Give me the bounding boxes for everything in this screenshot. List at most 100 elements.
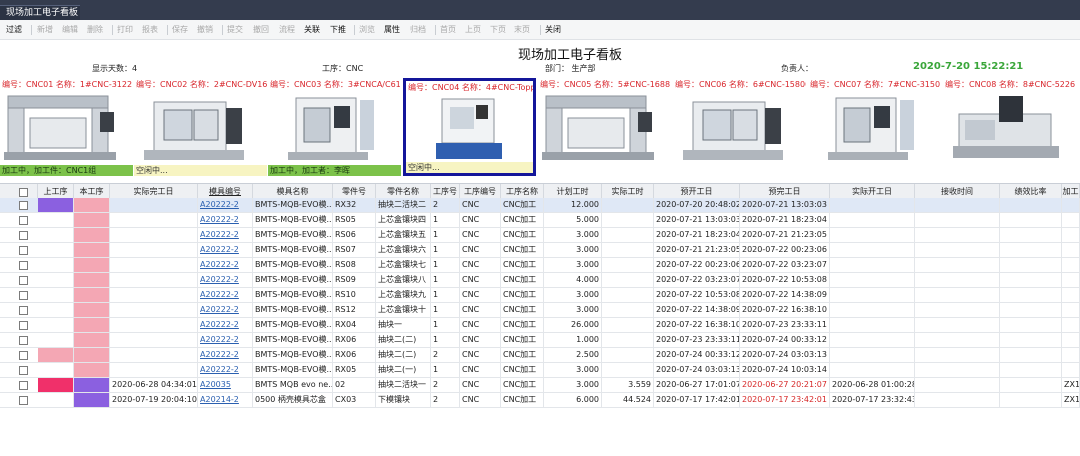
column-header[interactable]: 模具编号 [198,184,253,199]
toolbar-button-11[interactable]: 关联 [304,20,320,39]
row-checkbox[interactable] [19,276,28,285]
table-row[interactable]: A20222-2 BMTS-MQB-EVO模... RS09 上芯盒镶块八 1 CNC CN… [0,273,1080,288]
cell-act-start [830,213,915,227]
machine-card[interactable]: 编号：CNC02 名称：2#CNC-DV168 空闲中... [134,78,267,176]
table-row[interactable]: A20222-2 BMTS-MQB-EVO模... RX05 抽块二(一) 1 CNC CN… [0,363,1080,378]
toolbar-button-19: 末页 [514,25,530,34]
table-row[interactable]: A20222-2 BMTS-MQB-EVO模... RS05 上芯盒镶块四 1 CNC CN… [0,213,1080,228]
row-checkbox[interactable] [19,291,28,300]
table-row[interactable]: A20222-2 BMTS-MQB-EVO模... RX32 抽块二活块二 2 CNC CN… [0,198,1080,213]
column-header[interactable]: 工序名称 [501,184,544,199]
cell-actual-done [110,318,198,332]
machine-card[interactable]: 编号：CNC01 名称：1#CNC-3122 加工中，加工件：CNC1组 [0,78,133,176]
row-checkbox[interactable] [19,261,28,270]
cell-mold-no[interactable]: A20222-2 [198,303,253,317]
cell-pre-start: 2020-07-22 16:38:10 [654,318,740,332]
current-process-cell [74,228,110,242]
column-header[interactable]: 加工 [1062,184,1080,199]
cell-mold-no[interactable]: A20222-2 [198,258,253,272]
cell-proc [1062,288,1080,302]
row-checkbox[interactable] [19,366,28,375]
table-row[interactable]: 2020-06-28 04:34:01 A20035 BMTS MQB evo ne… [0,378,1080,393]
cell-mold-no[interactable]: A20222-2 [198,273,253,287]
select-all-checkbox[interactable] [19,188,28,197]
cell-seq: 1 [431,363,460,377]
column-header[interactable]: 预开工日 [654,184,740,199]
cell-recv [915,213,1000,227]
machine-card[interactable]: 编号：CNC07 名称：7#CNC-3150 [808,78,941,176]
column-header[interactable]: 工序号 [431,184,460,199]
row-checkbox[interactable] [19,216,28,225]
row-checkbox[interactable] [19,396,28,405]
column-header[interactable]: 实际开工日 [830,184,915,199]
cell-mold-no[interactable]: A20222-2 [198,318,253,332]
cell-mold-no[interactable]: A20222-2 [198,288,253,302]
table-row[interactable]: A20222-2 BMTS-MQB-EVO模... RS07 上芯盒镶块六 1 CNC CN… [0,243,1080,258]
table-row[interactable]: A20222-2 BMTS-MQB-EVO模... RX06 抽块二(二) 1 CNC CN… [0,333,1080,348]
row-checkbox[interactable] [19,381,28,390]
cell-pre-end: 2020-07-21 21:23:05 [740,228,830,242]
cell-ratio [1000,198,1062,212]
table-row[interactable]: A20222-2 BMTS-MQB-EVO模... RS10 上芯盒镶块九 1 CNC CN… [0,288,1080,303]
row-checkbox[interactable] [19,231,28,240]
cell-mold-no[interactable]: A20222-2 [198,213,253,227]
column-header[interactable]: 预完工日 [740,184,830,199]
column-header[interactable]: 上工序 [38,184,74,199]
cell-mold-no[interactable]: A20222-2 [198,333,253,347]
table-row[interactable]: 2020-07-19 20:04:10 A20214-2 0500 柄壳模具芯盒 CX… [0,393,1080,408]
machine-card[interactable]: 编号：CNC05 名称：5#CNC-1688 [538,78,671,176]
cell-proc [1062,363,1080,377]
cell-actual-done: 2020-06-28 04:34:01 [110,378,198,392]
cell-part-name: 抽块二(二) [376,348,431,362]
column-header[interactable]: 本工序 [74,184,110,199]
column-header[interactable]: 实际完工日 [110,184,198,199]
cell-op-code: CNC [460,258,501,272]
cell-actual-done [110,243,198,257]
cell-mold-no[interactable]: A20222-2 [198,348,253,362]
column-header[interactable]: 零件号 [333,184,376,199]
cell-mold-name: BMTS-MQB-EVO模... [253,243,333,257]
table-row[interactable]: A20222-2 BMTS-MQB-EVO模... RS08 上芯盒镶块七 1 CNC CN… [0,258,1080,273]
table-row[interactable]: A20222-2 BMTS-MQB-EVO模... RX04 抽块一 1 CNC CNC加工… [0,318,1080,333]
window-tab[interactable]: 现场加工电子看板 [0,5,80,20]
toolbar-button-14[interactable]: 属性 [384,20,400,39]
cell-mold-no[interactable]: A20222-2 [198,363,253,377]
cell-actual [602,348,654,362]
toolbar-button-0[interactable]: 过滤 [6,20,22,39]
column-header[interactable]: 模具名称 [253,184,333,199]
current-process-cell [74,363,110,377]
column-header[interactable]: 工序编号 [460,184,501,199]
column-header[interactable]: 接收时间 [915,184,1000,199]
row-checkbox[interactable] [19,246,28,255]
machine-card[interactable]: 编号：CNC08 名称：8#CNC-5226 [943,78,1076,176]
cell-proc [1062,333,1080,347]
column-header[interactable]: 计划工时 [544,184,602,199]
column-header[interactable]: 实际工时 [602,184,654,199]
toolbar-button-20[interactable]: 关闭 [545,20,561,39]
row-checkbox[interactable] [19,321,28,330]
toolbar-button-5: 报表 [142,25,158,34]
machine-card[interactable]: 编号：CNC03 名称：3#CNCA/C610 加工中，加工者：李晖 [268,78,401,176]
row-checkbox[interactable] [19,306,28,315]
row-checkbox[interactable] [19,201,28,210]
machine-card[interactable]: 编号：CNC06 名称：6#CNC-15800 [673,78,806,176]
column-header[interactable]: 零件名称 [376,184,431,199]
cell-recv [915,258,1000,272]
toolbar-button-6: 保存 [172,25,188,34]
column-header[interactable]: 绩效比率 [1000,184,1062,199]
table-row[interactable]: A20222-2 BMTS-MQB-EVO模... RS12 上芯盒镶块十 1 CNC CN… [0,303,1080,318]
cell-part-name: 下模镶块 [376,393,431,407]
cell-actual-done [110,288,198,302]
row-checkbox[interactable] [19,336,28,345]
window-titlebar: 现场加工电子看板 [0,0,1080,20]
machine-card[interactable]: 编号：CNC04 名称：4#CNC-Topper 空闲中... [403,78,536,176]
row-checkbox[interactable] [19,351,28,360]
cell-mold-no[interactable]: A20222-2 [198,228,253,242]
cell-mold-no[interactable]: A20035 [198,378,253,392]
table-row[interactable]: A20222-2 BMTS-MQB-EVO模... RX06 抽块二(二) 2 CNC CN… [0,348,1080,363]
table-row[interactable]: A20222-2 BMTS-MQB-EVO模... RS06 上芯盒镶块五 1 CNC CN… [0,228,1080,243]
cell-mold-no[interactable]: A20222-2 [198,198,253,212]
cell-mold-no[interactable]: A20222-2 [198,243,253,257]
toolbar-button-12[interactable]: 下推 [330,20,346,39]
cell-mold-no[interactable]: A20214-2 [198,393,253,407]
